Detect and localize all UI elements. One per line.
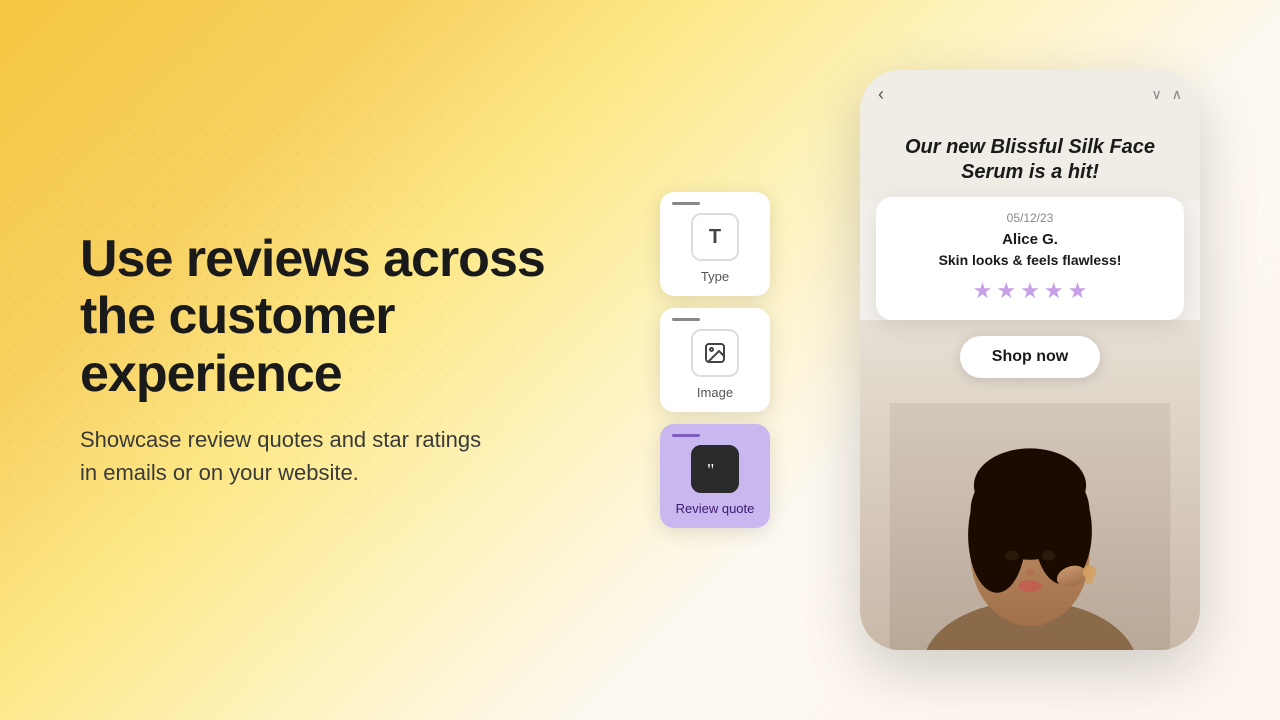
phone-top-bar: ‹ ∨ ∧ [860,70,1200,115]
widget-review-label: Review quote [676,501,755,516]
product-title: Our new Blissful Silk Face Serum is a hi… [884,135,1176,185]
phone-nav-arrows: ∨ ∧ [1152,86,1183,103]
phone-content: Our new Blissful Silk Face Serum is a hi… [860,115,1200,650]
drag-handle-image [672,318,700,321]
star-2: ★ [996,278,1016,304]
widget-type-label: Type [701,269,729,284]
phone-hero-section: Our new Blissful Silk Face Serum is a hi… [860,115,1200,201]
widget-image[interactable]: Image [660,308,770,412]
shop-now-button[interactable]: Shop now [960,336,1100,378]
star-1: ★ [973,278,993,304]
widget-review-quote[interactable]: " Review quote [660,424,770,528]
image-icon [691,329,739,377]
woman-figure [860,403,1200,651]
left-section: Use reviews across the customer experien… [80,231,600,489]
review-card: 05/12/23 Alice G. Skin looks & feels fla… [876,197,1184,320]
star-3: ★ [1020,278,1040,304]
phone-product-image: Shop now [860,320,1200,650]
type-icon: T [691,213,739,261]
sub-headline: Showcase review quotes and star ratings … [80,423,500,489]
review-card-wrapper: 05/12/23 Alice G. Skin looks & feels fla… [860,197,1200,320]
phone-back-arrow[interactable]: ‹ [878,84,884,105]
review-text: Skin looks & feels flawless! [894,252,1166,268]
drag-handle-review [672,434,700,437]
widgets-sidebar: T Type Image [660,192,770,528]
page-content: Use reviews across the customer experien… [0,0,1280,720]
drag-handle-type [672,202,700,205]
phone-mockup: ‹ ∨ ∧ Our new Blissful Silk Face Serum i… [860,70,1200,650]
phone-nav-down[interactable]: ∨ [1152,86,1162,103]
review-date: 05/12/23 [894,211,1166,225]
main-headline: Use reviews across the customer experien… [80,231,600,403]
review-stars: ★ ★ ★ ★ ★ [894,278,1166,304]
svg-text:": " [707,460,714,480]
review-quote-icon: " [691,445,739,493]
review-name: Alice G. [894,231,1166,248]
right-section: T Type Image [660,60,1200,660]
widget-type[interactable]: T Type [660,192,770,296]
star-4: ★ [1044,278,1064,304]
star-5: ★ [1068,278,1088,304]
widget-image-label: Image [697,385,733,400]
phone-nav-up[interactable]: ∧ [1172,86,1182,103]
